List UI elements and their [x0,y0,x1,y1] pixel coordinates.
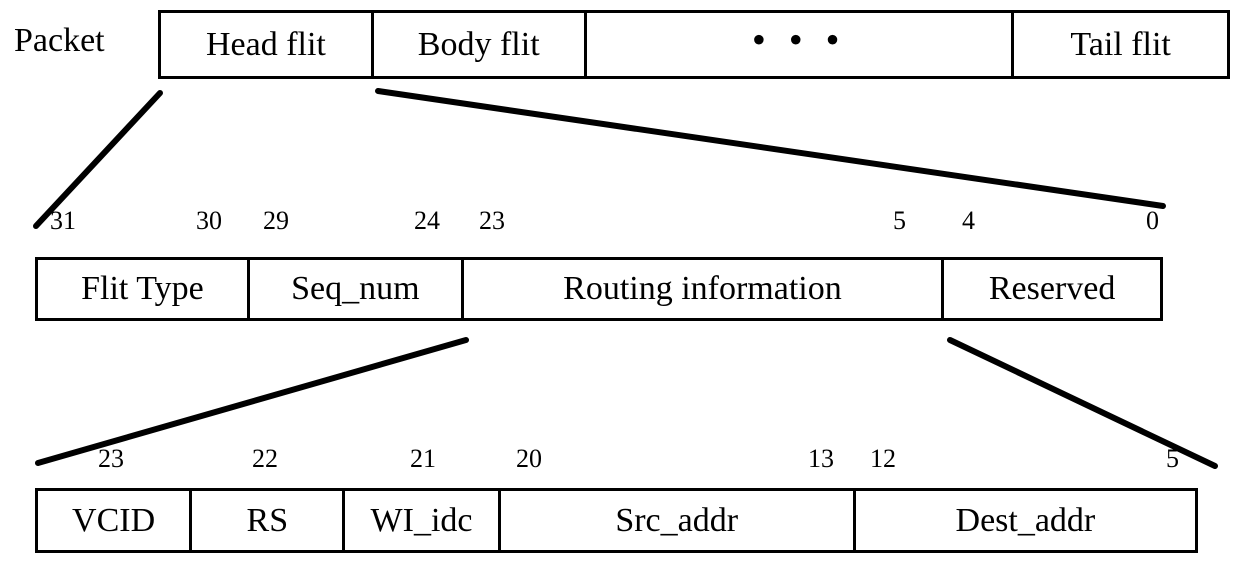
head-flit-cell-flit-type-label: Flit Type [81,270,204,307]
packet-cell-body-flit: Body flit [374,13,587,76]
packet-cell-head-flit-label: Head flit [205,25,326,63]
bit-label-23-lower: 23 [98,444,124,473]
bit-label-22: 22 [252,444,278,473]
routing-info-cell-src-addr-label: Src_addr [615,501,739,539]
packet-cell-more-flits: • • • [587,13,1015,76]
packet-cell-head-flit: Head flit [161,13,374,76]
packet-row: Head flit Body flit • • • Tail flit [158,10,1230,79]
bit-label-5-lower: 5 [1166,444,1179,473]
head-flit-cell-reserved: Reserved [944,260,1160,318]
routing-info-cell-vcid: VCID [38,491,193,550]
bit-label-23-upper: 23 [479,206,505,235]
bit-label-30: 30 [196,206,222,235]
routing-info-cell-wi-idc: WI_idc [345,491,501,550]
head-flit-cell-routing-information: Routing information [464,260,945,318]
routing-info-cell-dest-addr: Dest_addr [856,491,1195,550]
head-flit-cell-seq-num: Seq_num [250,260,464,318]
routing-info-cell-vcid-label: VCID [72,501,156,539]
packet-cell-tail-flit-label: Tail flit [1070,25,1171,63]
routing-info-cell-src-addr: Src_addr [501,491,856,550]
ellipsis-icon: • • • [751,16,846,62]
bit-label-21: 21 [410,444,436,473]
packet-flit-format-diagram: Packet Head flit Body flit • • • Tail fl… [0,0,1240,573]
packet-cell-tail-flit: Tail flit [1014,13,1227,76]
routing-info-cell-wi-idc-label: WI_idc [370,501,473,539]
bit-label-13: 13 [808,444,834,473]
bit-label-31: 31 [50,206,76,235]
bit-label-0: 0 [1146,206,1159,235]
routing-info-row: VCID RS WI_idc Src_addr Dest_addr [35,488,1198,553]
head-flit-cell-flit-type: Flit Type [38,260,250,318]
head-flit-cell-seq-num-label: Seq_num [291,270,420,307]
packet-row-label: Packet [14,22,105,59]
leader-body-flit-to-fields [375,88,1166,209]
packet-cell-body-flit-label: Body flit [417,25,540,63]
head-flit-cell-reserved-label: Reserved [988,270,1116,307]
bit-label-24: 24 [414,206,440,235]
bit-label-4: 4 [962,206,975,235]
head-flit-row: Flit Type Seq_num Routing information Re… [35,257,1163,321]
bit-label-29: 29 [263,206,289,235]
bit-label-5-upper: 5 [893,206,906,235]
head-flit-cell-routing-information-label: Routing information [563,270,842,307]
bit-label-12: 12 [870,444,896,473]
routing-info-cell-rs-label: RS [246,501,289,539]
routing-info-cell-dest-addr-label: Dest_addr [955,501,1096,539]
bit-label-20: 20 [516,444,542,473]
routing-info-cell-rs: RS [192,491,346,550]
